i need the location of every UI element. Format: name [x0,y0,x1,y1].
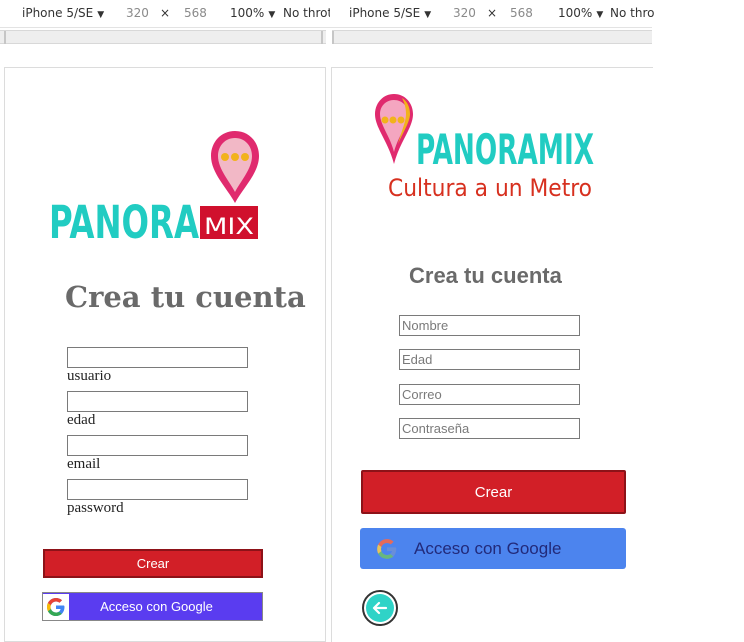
device-select[interactable]: iPhone 5/SE ▼ [349,6,431,20]
width-field[interactable]: 320 [453,6,476,20]
chevron-down-icon: ▼ [596,10,604,20]
panoramix-logo: PANORA MIX [49,131,259,246]
logo-text-main: PANORA [49,196,200,246]
throttle-select[interactable]: No thro [610,6,654,20]
device-toolbar-right: iPhone 5/SE ▼ 320 × 568 100% ▼ No thro [330,0,654,28]
chevron-down-icon: ▼ [268,10,276,20]
correo-field[interactable] [399,384,580,405]
google-login-button[interactable]: Acceso con Google [360,528,626,569]
device-screen-left: PANORA MIX Crea tu cuenta usuario edad e… [4,67,326,642]
edad-field[interactable] [399,349,580,370]
device-toolbar-left: iPhone 5/SE ▼ 320 × 568 100% ▼ No throt [0,0,332,28]
password-label: password [67,500,124,516]
email-field[interactable] [67,435,248,456]
ruler-tick [4,31,6,44]
password-field[interactable] [67,479,248,500]
dimension-separator: × [160,6,171,20]
page-title: Crea tu cuenta [409,263,562,288]
chevron-down-icon: ▼ [97,10,105,20]
device-select[interactable]: iPhone 5/SE ▼ [22,6,104,20]
google-login-label: Acceso con Google [414,538,562,558]
google-login-button[interactable]: Acceso con Google [42,592,263,621]
google-login-label: Acceso con Google [100,599,213,614]
edad-field[interactable] [67,391,248,412]
zoom-select[interactable]: 100% ▼ [230,6,275,20]
panoramix-logo: PANORAMIX Cultura a un Metro [375,94,594,202]
media-query-bar-left [0,30,326,44]
back-button[interactable] [362,590,398,626]
zoom-select[interactable]: 100% ▼ [558,6,603,20]
media-query-bar-right [332,30,652,44]
usuario-field[interactable] [67,347,248,368]
chevron-down-icon: ▼ [424,10,432,20]
throttle-select[interactable]: No throt [283,6,332,20]
usuario-label: usuario [67,368,112,384]
page-title: Crea tu cuenta [65,280,306,314]
edad-label: edad [67,412,96,428]
nombre-field[interactable] [399,315,580,336]
create-button[interactable]: Crear [361,470,626,514]
google-icon [374,536,400,562]
google-icon [43,593,69,620]
device-screen-right: PANORAMIX Cultura a un Metro Crea tu cue… [331,67,653,642]
width-field[interactable]: 320 [126,6,149,20]
create-button[interactable]: Crear [43,549,263,578]
logo-text-main: PANORAMIX [416,125,594,174]
height-field[interactable]: 568 [510,6,533,20]
ruler-tick [332,31,334,44]
email-label: email [67,456,101,472]
ruler-tick [321,31,323,44]
logo-tagline: Cultura a un Metro [388,174,592,202]
logo-text-mix: MIX [204,215,254,240]
height-field[interactable]: 568 [184,6,207,20]
arrow-left-icon [366,594,394,622]
password-field[interactable] [399,418,580,439]
dimension-separator: × [487,6,498,20]
devtools-responsive-view: iPhone 5/SE ▼ 320 × 568 100% ▼ No throt iP… [0,0,744,642]
